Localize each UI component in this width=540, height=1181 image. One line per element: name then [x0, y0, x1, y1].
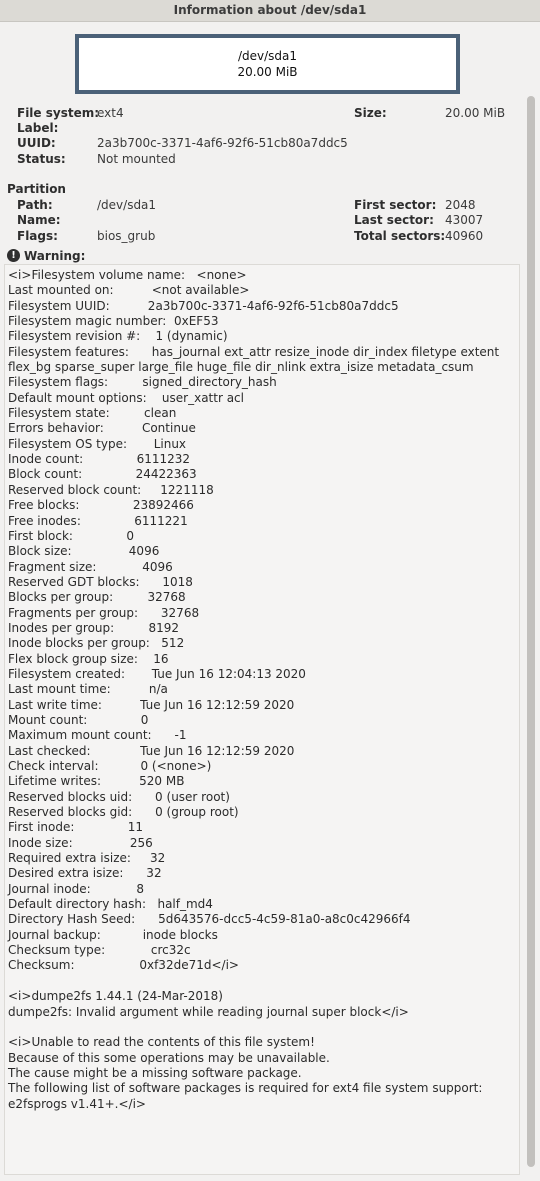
name-label: Name: — [17, 213, 61, 227]
flags-label: Flags: — [17, 229, 58, 243]
status-label: Status: — [17, 152, 66, 166]
exclamation-icon: ! — [7, 249, 20, 262]
information-dialog: Information about /dev/sda1 /dev/sda1 20… — [0, 0, 540, 1181]
total-sectors-label: Total sectors: — [354, 229, 446, 243]
scrollbar-thumb[interactable] — [527, 96, 535, 1167]
partition-graphic-name: /dev/sda1 — [237, 49, 298, 63]
first-sector-value: 2048 — [445, 198, 476, 212]
partition-graphic-size: 20.00 MiB — [237, 65, 298, 79]
fs-label-label: Label: — [17, 121, 59, 135]
last-sector-label: Last sector: — [354, 213, 434, 227]
path-value: /dev/sda1 — [97, 198, 157, 212]
warning-message-text: <i>Filesystem volume name: <none> Last m… — [8, 268, 500, 1111]
size-value: 20.00 MiB — [445, 106, 506, 120]
status-value: Not mounted — [97, 152, 176, 166]
filesystem-value: ext4 — [97, 106, 124, 120]
warning-message-box[interactable]: <i>Filesystem volume name: <none> Last m… — [4, 264, 520, 1175]
first-sector-label: First sector: — [354, 198, 437, 212]
window-title: Information about /dev/sda1 — [0, 0, 540, 22]
path-label: Path: — [17, 198, 53, 212]
uuid-value: 2a3b700c-3371-4af6-92f6-51cb80a7ddc5 — [97, 136, 348, 150]
size-label: Size: — [354, 106, 387, 120]
flags-value: bios_grub — [97, 229, 156, 243]
partition-heading: Partition — [7, 182, 66, 196]
warning-heading: Warning: — [24, 249, 86, 263]
last-sector-value: 43007 — [445, 213, 484, 227]
partition-graphic: /dev/sda1 20.00 MiB — [75, 34, 460, 94]
uuid-label: UUID: — [17, 136, 56, 150]
total-sectors-value: 40960 — [445, 229, 484, 243]
filesystem-label: File system: — [17, 106, 100, 120]
